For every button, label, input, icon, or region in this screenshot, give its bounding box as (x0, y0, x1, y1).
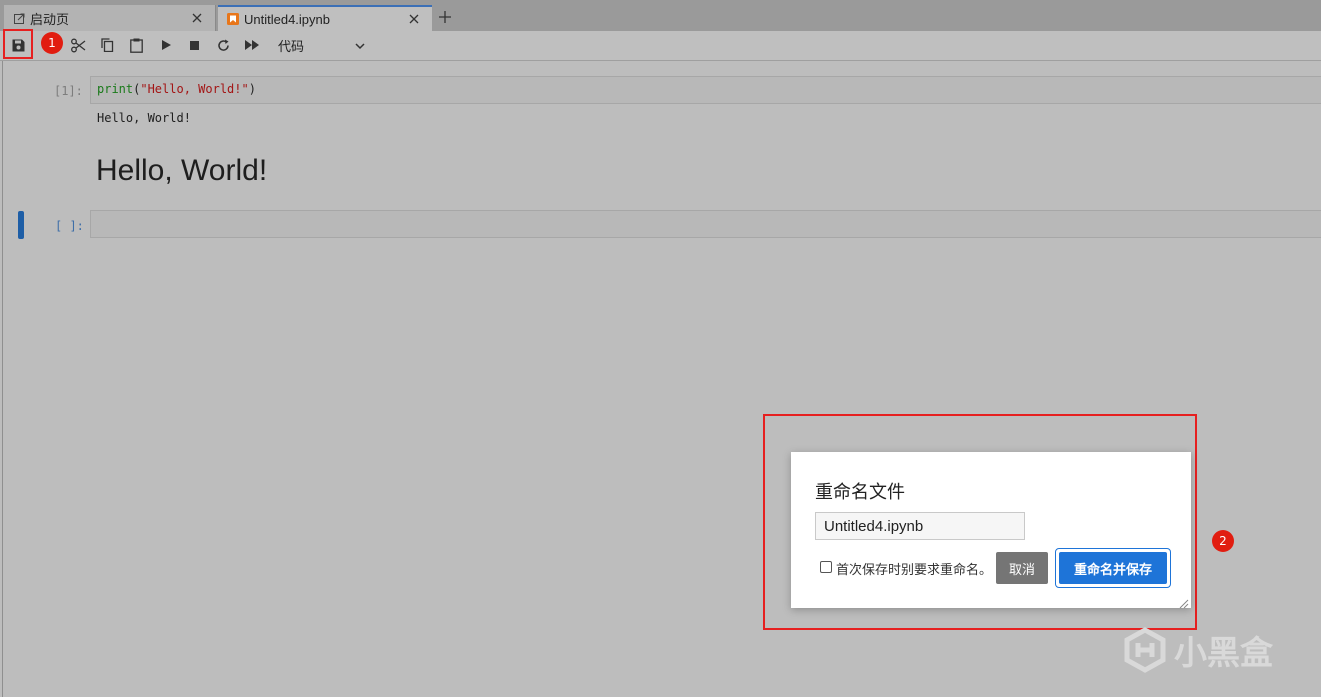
filename-input[interactable] (815, 512, 1025, 540)
step-badge-2: 2 (1212, 530, 1234, 552)
notebook-icon (226, 12, 240, 26)
fast-forward-icon (245, 40, 259, 50)
tab-bar: 启动页 Untitled4.ipynb (0, 0, 1321, 31)
cell-1-output: Hello, World! (97, 111, 191, 125)
add-tab-button[interactable] (433, 5, 457, 29)
paste-button[interactable] (125, 34, 147, 56)
heybox-logo-icon (1124, 627, 1166, 673)
external-link-icon (12, 11, 26, 25)
rename-and-save-button[interactable]: 重命名并保存 (1059, 552, 1167, 584)
close-icon[interactable] (189, 10, 205, 26)
tab-notebook[interactable]: Untitled4.ipynb (218, 5, 432, 31)
tab-launcher[interactable]: 启动页 (4, 5, 216, 31)
save-button-highlight (3, 29, 33, 59)
copy-icon (100, 38, 113, 52)
dialog-title: 重命名文件 (815, 482, 905, 502)
code-paren-close: ) (248, 82, 256, 96)
cut-button[interactable] (67, 34, 89, 56)
run-button[interactable] (155, 34, 177, 56)
cancel-button[interactable]: 取消 (996, 552, 1048, 584)
step-badge-1: 1 (41, 32, 63, 54)
plus-icon (439, 11, 451, 23)
markdown-heading: Hello, World! (96, 154, 268, 187)
copy-button[interactable] (96, 34, 118, 56)
dont-ask-checkbox[interactable] (820, 561, 832, 573)
code-string: "Hello, World!" (140, 82, 249, 96)
watermark: 小黑盒 (1122, 626, 1273, 674)
tab-launcher-label: 启动页 (30, 11, 70, 27)
tab-notebook-label: Untitled4.ipynb (244, 11, 330, 27)
close-icon[interactable] (406, 11, 422, 27)
rename-dialog: 重命名文件 首次保存时别要求重命名。 取消 重命名并保存 (791, 452, 1191, 609)
interrupt-button[interactable] (183, 34, 205, 56)
cell-1-input[interactable] (90, 76, 1321, 104)
dont-ask-label: 首次保存时别要求重命名。 (836, 562, 993, 577)
restart-button[interactable] (212, 34, 234, 56)
resize-grip-icon[interactable] (1179, 596, 1189, 609)
cell-1-code: print("Hello, World!") (97, 82, 256, 96)
refresh-icon (217, 39, 229, 51)
restart-run-all-button[interactable] (241, 34, 263, 56)
stop-icon (189, 40, 199, 50)
play-icon (161, 40, 171, 50)
cell-2-prompt: [ ]: (55, 219, 84, 233)
cell-type-select[interactable]: 代码 (278, 36, 304, 55)
watermark-text: 小黑盒 (1174, 634, 1273, 671)
scissors-icon (70, 38, 85, 52)
cell-1-prompt: [1]: (54, 84, 83, 98)
panel-border (2, 61, 3, 697)
clipboard-icon (129, 38, 143, 53)
cell-2-input[interactable] (90, 210, 1321, 238)
active-cell-indicator (18, 211, 24, 239)
chevron-down-icon[interactable] (354, 39, 366, 51)
code-function: print (97, 82, 134, 96)
